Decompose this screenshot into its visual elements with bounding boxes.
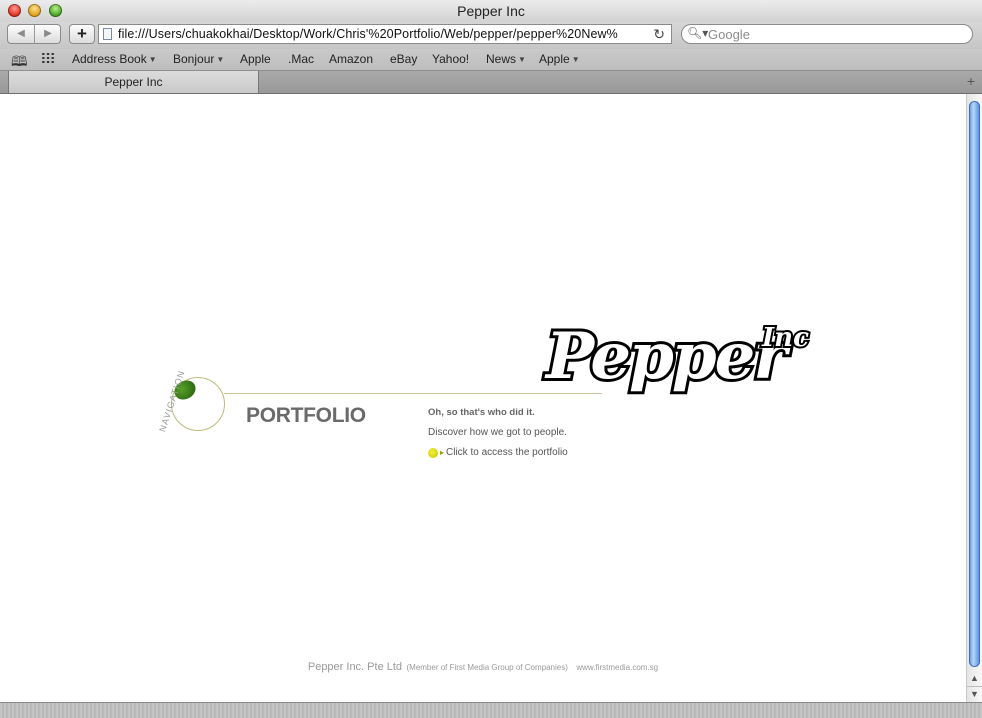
address-bar[interactable]: file:///Users/chuakokhai/Desktop/Work/Ch…	[98, 24, 672, 44]
top-sites-grid-icon[interactable]	[41, 52, 55, 64]
browser-window: Pepper Inc ◀ ▶ + file:///Users/chuakokha…	[0, 0, 982, 718]
page-icon	[103, 28, 112, 40]
reload-icon[interactable]: ↻	[653, 25, 665, 43]
tagline: Oh, so that's who did it.	[428, 407, 535, 418]
chevron-down-icon: ▼	[518, 55, 526, 64]
pepper-inc-logo: Pepper Inc	[541, 320, 811, 397]
bookmark-apple[interactable]: Apple	[240, 52, 271, 66]
status-bar	[0, 702, 982, 718]
bookmark-ebay[interactable]: eBay	[390, 52, 417, 66]
vertical-scrollbar[interactable]: ▲ ▼	[966, 94, 982, 702]
back-button[interactable]: ◀	[8, 25, 35, 43]
toolbar: ◀ ▶ + file:///Users/chuakokhai/Desktop/W…	[0, 22, 982, 49]
discover-text: Discover how we got to people.	[428, 427, 567, 438]
new-tab-icon[interactable]: +	[967, 73, 975, 89]
title-bar: Pepper Inc	[0, 0, 982, 22]
scroll-thumb[interactable]	[969, 101, 980, 667]
footer-url[interactable]: www.firstmedia.com.sg	[576, 663, 658, 672]
scroll-down-arrow-icon[interactable]: ▼	[967, 686, 982, 701]
forward-button[interactable]: ▶	[35, 25, 61, 43]
arrow-icon: ▸	[440, 448, 445, 457]
logo-suffix: Inc	[761, 323, 809, 353]
bookmark-apple-menu[interactable]: Apple ▼	[539, 52, 580, 66]
bookmark-bonjour[interactable]: Bonjour ▼	[173, 52, 224, 66]
chevron-down-icon: ▼	[571, 55, 580, 64]
footer-company: Pepper Inc. Pte Ltd	[307, 661, 403, 673]
bookmark-address-book[interactable]: Address Book ▼	[72, 52, 157, 66]
search-icon[interactable]: 🔍︎▾	[687, 26, 708, 40]
section-title: PORTFOLIO	[246, 404, 366, 427]
search-field[interactable]: 🔍︎▾	[681, 24, 973, 44]
bookmark-mac[interactable]: .Mac	[288, 52, 314, 66]
tab-bar: Pepper Inc +	[0, 71, 982, 94]
bookmark-amazon[interactable]: Amazon	[329, 52, 373, 66]
footer: Pepper Inc. Pte Ltd (Member of First Med…	[0, 657, 966, 675]
tab-pepper-inc[interactable]: Pepper Inc	[8, 71, 259, 93]
add-bookmark-button[interactable]: +	[69, 24, 95, 44]
page-content: NAVIGATION PORTFOLIO Oh, so that's who d…	[0, 94, 966, 702]
portfolio-access-link[interactable]: ▸ Click to access the portfolio	[440, 447, 568, 458]
logo-text: Pepper	[544, 320, 791, 394]
yellow-dot-icon[interactable]	[428, 448, 438, 458]
back-arrow-icon: ◀	[17, 28, 25, 39]
scroll-up-arrow-icon[interactable]: ▲	[967, 671, 982, 685]
chevron-down-icon: ▼	[216, 55, 225, 64]
search-input[interactable]	[708, 25, 958, 43]
window-title: Pepper Inc	[457, 3, 525, 19]
history-nav-group: ◀ ▶	[7, 24, 61, 44]
footer-member: (Member of First Media Group of Companie…	[406, 663, 568, 672]
bookmark-yahoo[interactable]: Yahoo!	[432, 52, 469, 66]
bookmark-news[interactable]: News ▼	[486, 52, 526, 66]
address-text[interactable]: file:///Users/chuakokhai/Desktop/Work/Ch…	[118, 27, 642, 41]
bookmarks-bar: 🕮︎ Address Book ▼ Bonjour ▼ Apple .Mac Ama…	[0, 49, 982, 71]
forward-arrow-icon: ▶	[44, 28, 52, 39]
chevron-down-icon: ▼	[148, 55, 157, 64]
